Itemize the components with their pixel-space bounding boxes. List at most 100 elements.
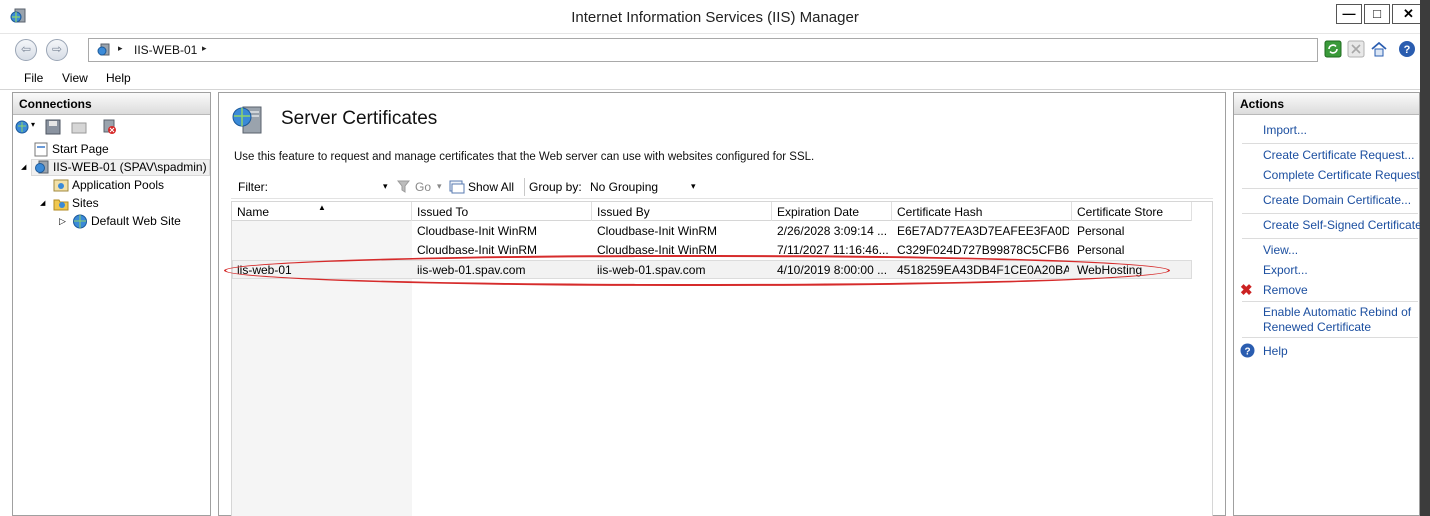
server-icon (97, 43, 110, 56)
remove-icon: ✖ (1240, 282, 1253, 299)
action-help[interactable]: Help (1263, 344, 1288, 358)
connections-toolbar: ▾ (13, 115, 210, 139)
cell-expiration-date: 4/10/2019 8:00:00 ... (777, 263, 888, 277)
table-row[interactable]: Cloudbase-Init WinRM Cloudbase-Init WinR… (232, 241, 1192, 260)
cell-certificate-hash: C329F024D727B99878C5CFB6... (897, 243, 1069, 257)
server-icon (35, 160, 49, 174)
action-divider (1242, 213, 1418, 214)
column-header-certificate-hash[interactable]: Certificate Hash (892, 202, 1072, 221)
action-enable-automatic-rebind[interactable]: Enable Automatic Rebind of (1263, 305, 1411, 319)
breadcrumb-item-server[interactable]: IIS-WEB-01 (134, 43, 197, 57)
breadcrumb-separator-icon[interactable]: ▸ (202, 43, 207, 54)
actions-pane: Actions Import... Create Certificate Req… (1233, 92, 1430, 516)
minimize-button[interactable]: — (1336, 4, 1362, 24)
action-create-self-signed-certificate[interactable]: Create Self-Signed Certificate... (1263, 218, 1430, 232)
home-icon[interactable] (1370, 40, 1388, 58)
action-complete-certificate-request[interactable]: Complete Certificate Request... (1263, 168, 1430, 182)
cell-issued-to: iis-web-01.spav.com (417, 263, 526, 277)
tree-item-default-web-site[interactable]: Default Web Site (72, 214, 181, 229)
cell-issued-to: Cloudbase-Init WinRM (417, 224, 538, 238)
collapse-icon[interactable]: ▷ (59, 216, 66, 227)
tree-item-server[interactable]: IIS-WEB-01 (SPAV\spadmin) (31, 159, 210, 177)
column-header-certificate-store[interactable]: Certificate Store (1072, 202, 1192, 221)
back-arrow-icon: ⇦ (20, 42, 32, 56)
stop-icon[interactable] (1347, 40, 1365, 58)
column-header-name-label: Name (237, 205, 270, 219)
tree-item-start-page[interactable]: Start Page (33, 142, 109, 157)
connect-globe-icon[interactable] (15, 119, 31, 135)
menu-help[interactable]: Help (106, 71, 131, 85)
group-by-select[interactable]: No Grouping (590, 180, 658, 194)
table-header: Name ▲ Issued To Issued By Expiration Da… (232, 202, 1192, 221)
cell-certificate-store: Personal (1077, 224, 1125, 238)
action-enable-automatic-rebind-line2[interactable]: Renewed Certificate (1263, 320, 1371, 334)
expand-icon[interactable]: ◢ (21, 163, 26, 171)
column-header-expiration-date[interactable]: Expiration Date (772, 202, 892, 221)
action-divider (1242, 188, 1418, 189)
action-remove[interactable]: Remove (1263, 283, 1308, 297)
cell-certificate-hash: 4518259EA43DB4F1CE0A20BA... (897, 263, 1069, 277)
connections-header: Connections (13, 93, 210, 115)
column-header-issued-to[interactable]: Issued To (412, 202, 592, 221)
connections-pane: Connections ▾ Start Page ◢ IIS-WEB-01 (S… (12, 92, 211, 516)
filter-bar: Filter: ▾ Go ▾ Show All Group by: No Gro… (231, 175, 1213, 199)
tree-item-sites[interactable]: Sites (53, 196, 99, 211)
svg-text:?: ? (1244, 347, 1250, 358)
feature-pane: Server Certificates Use this feature to … (218, 92, 1226, 516)
menu-view[interactable]: View (62, 71, 88, 85)
action-export[interactable]: Export... (1263, 263, 1308, 277)
sites-folder-icon (53, 199, 69, 211)
minimize-icon: — (1342, 6, 1356, 21)
window-title: Internet Information Services (IIS) Mana… (571, 9, 859, 26)
action-divider (1242, 301, 1418, 302)
cell-issued-to: Cloudbase-Init WinRM (417, 243, 538, 257)
cell-certificate-store: Personal (1077, 243, 1125, 257)
save-icon[interactable] (45, 119, 61, 135)
cell-expiration-date: 2/26/2028 3:09:14 ... (777, 224, 888, 238)
globe-icon (73, 214, 87, 229)
cell-certificate-store: WebHosting (1077, 263, 1143, 277)
filter-dropdown-icon[interactable]: ▾ (383, 181, 388, 192)
disconnect-icon[interactable] (101, 119, 117, 135)
group-by-dropdown-icon[interactable]: ▾ (691, 181, 696, 192)
funnel-icon (397, 180, 410, 193)
cell-issued-by: Cloudbase-Init WinRM (597, 243, 718, 257)
expand-icon[interactable]: ◢ (40, 199, 45, 207)
connect-dropdown-icon[interactable]: ▾ (31, 120, 35, 129)
table-row[interactable]: Cloudbase-Init WinRM Cloudbase-Init WinR… (232, 222, 1192, 241)
go-dropdown-icon[interactable]: ▾ (437, 181, 442, 192)
cell-issued-by: Cloudbase-Init WinRM (597, 224, 718, 238)
action-divider (1242, 143, 1418, 144)
tree-label-start-page: Start Page (52, 142, 109, 156)
breadcrumb-separator-icon[interactable]: ▸ (118, 43, 123, 54)
start-page-icon (34, 142, 48, 157)
feature-description: Use this feature to request and manage c… (234, 151, 815, 163)
cell-expiration-date: 7/11/2027 11:16:46... (777, 243, 889, 257)
server-certificates-icon (232, 106, 262, 134)
action-create-certificate-request[interactable]: Create Certificate Request... (1263, 148, 1414, 162)
menu-file[interactable]: File (24, 71, 43, 85)
breadcrumb[interactable]: ▸ IIS-WEB-01 ▸ (88, 38, 1318, 62)
help-icon[interactable]: ? (1398, 40, 1416, 58)
refresh-icon[interactable] (1324, 40, 1342, 58)
tree-item-application-pools[interactable]: Application Pools (53, 178, 164, 193)
action-import[interactable]: Import... (1263, 123, 1307, 137)
title-bar: Internet Information Services (IIS) Mana… (0, 0, 1430, 34)
application-pools-icon (53, 179, 69, 192)
maximize-button[interactable]: □ (1364, 4, 1390, 24)
action-create-domain-certificate[interactable]: Create Domain Certificate... (1263, 193, 1411, 207)
action-view[interactable]: View... (1263, 243, 1298, 257)
up-level-icon[interactable] (71, 119, 87, 135)
table-row-selected[interactable]: iis-web-01 iis-web-01.spav.com iis-web-0… (232, 260, 1192, 279)
svg-text:?: ? (1404, 44, 1411, 56)
forward-button[interactable]: ⇨ (46, 39, 68, 61)
show-all-button[interactable]: Show All (468, 180, 514, 194)
column-header-name[interactable]: Name ▲ (232, 202, 412, 221)
sort-ascending-icon: ▲ (318, 203, 326, 212)
desktop-edge (1420, 0, 1430, 516)
filter-input[interactable] (271, 177, 386, 196)
address-bar: ⇦ ⇨ ▸ IIS-WEB-01 ▸ ? (0, 34, 1430, 66)
go-button[interactable]: Go (415, 180, 431, 194)
column-header-issued-by[interactable]: Issued By (592, 202, 772, 221)
back-button[interactable]: ⇦ (15, 39, 37, 61)
